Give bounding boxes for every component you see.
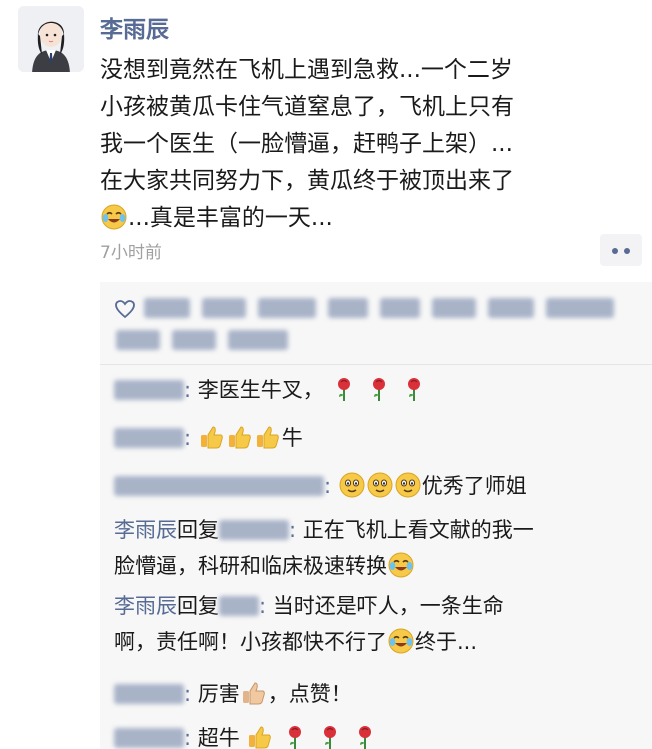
liker-name[interactable]: [488, 298, 534, 318]
smiling-face-emoji-icon: [339, 472, 365, 498]
commenter-name[interactable]: 李雨辰: [114, 518, 177, 542]
tears-of-joy-emoji-icon: [101, 204, 127, 230]
reply-label: 回复: [177, 594, 219, 618]
comment-item[interactable]: 李雨辰回复: 正在飞机上看文献的我一 脸懵逼，科研和临床极速转换: [114, 512, 644, 584]
dot-icon: [624, 248, 630, 254]
name-colon: :: [259, 594, 267, 618]
comment-item[interactable]: : 牛: [114, 420, 644, 456]
commenter-name[interactable]: [114, 728, 184, 748]
liker-name[interactable]: [258, 298, 316, 318]
post-line: ...真是丰富的一天...: [100, 200, 640, 237]
comment-item[interactable]: : 李医生牛叉，: [114, 372, 644, 408]
reply-target-name[interactable]: [219, 520, 289, 540]
more-options-button[interactable]: [600, 234, 642, 266]
post-timestamp: 7小时前: [100, 243, 162, 263]
comment-text: 啊，责任啊！小孩都快不行了: [114, 630, 387, 654]
thumbs-up-emoji-icon: [249, 726, 272, 749]
comment-section: : 李医生牛叉， : 牛 : 优秀了师姐 李雨辰回复: 正在飞机上看文献的我一 …: [100, 282, 652, 749]
commenter-name[interactable]: [114, 428, 184, 448]
name-colon: :: [184, 378, 192, 402]
name-colon: :: [184, 426, 192, 450]
comment-text: 牛: [281, 426, 303, 450]
comment-item[interactable]: : 厉害 ，点赞！: [114, 676, 644, 712]
liker-name[interactable]: [546, 298, 614, 318]
name-colon: :: [184, 682, 192, 706]
liker-name[interactable]: [172, 330, 216, 350]
rose-emoji-icon: [289, 726, 302, 749]
divider: [100, 364, 652, 365]
thumbs-up-emoji-icon: [242, 682, 265, 705]
dot-icon: [612, 248, 618, 254]
name-colon: :: [324, 474, 332, 498]
tears-of-joy-emoji-icon: [388, 552, 414, 578]
comment-line: 李雨辰回复: 当时还是吓人，一条生命: [114, 588, 644, 624]
commenter-name[interactable]: [114, 380, 184, 400]
comment-text: 厉害: [197, 682, 240, 706]
post-body: 没想到竟然在飞机上遇到急救...一个二岁 小孩被黄瓜卡住气道窒息了，飞机上只有 …: [100, 52, 640, 237]
comment-item[interactable]: : 优秀了师姐: [114, 468, 644, 504]
liker-name[interactable]: [432, 298, 476, 318]
reply-target-name[interactable]: [219, 596, 259, 616]
comment-text: ，点赞！: [267, 682, 352, 706]
comment-text: 优秀了师姐: [421, 474, 527, 498]
thumbs-up-emoji-icon: [228, 426, 251, 449]
liker-name[interactable]: [328, 298, 368, 318]
likes-row: [116, 330, 288, 350]
commenter-name[interactable]: [114, 476, 324, 496]
comment-text: 正在飞机上看文献的我一: [302, 518, 534, 542]
comment-text: 超牛: [197, 726, 240, 749]
comment-text: 脸懵逼，科研和临床极速转换: [114, 554, 387, 578]
rose-emoji-icon: [323, 726, 336, 749]
comment-text: 当时还是吓人，一条生命: [272, 594, 504, 618]
heart-outline-icon: [115, 300, 135, 319]
post-author-name[interactable]: 李雨辰: [100, 10, 169, 44]
rose-emoji-icon: [338, 378, 351, 401]
post-line-end: ...真是丰富的一天...: [128, 205, 333, 231]
name-colon: :: [289, 518, 297, 542]
commenter-name[interactable]: 李雨辰: [114, 594, 177, 618]
smiling-face-emoji-icon: [395, 472, 421, 498]
rose-emoji-icon: [358, 726, 371, 749]
post-line: 我一个医生（一脸懵逼，赶鸭子上架）...: [100, 131, 513, 157]
rose-emoji-icon: [407, 378, 420, 401]
post-line: 在大家共同努力下，黄瓜终于被顶出来了: [100, 168, 514, 194]
comment-text: 李医生牛叉，: [197, 378, 324, 402]
avatar[interactable]: [18, 6, 84, 72]
comment-line: 李雨辰回复: 正在飞机上看文献的我一: [114, 512, 644, 548]
liker-name[interactable]: [202, 298, 246, 318]
post-line: 小孩被黄瓜卡住气道窒息了，飞机上只有: [100, 94, 514, 120]
reply-label: 回复: [177, 518, 219, 542]
thumbs-up-emoji-icon: [200, 426, 223, 449]
comment-line: 脸懵逼，科研和临床极速转换: [114, 548, 644, 584]
tears-of-joy-emoji-icon: [388, 628, 414, 654]
liker-name[interactable]: [228, 330, 288, 350]
liker-name[interactable]: [380, 298, 420, 318]
smiling-face-emoji-icon: [367, 472, 393, 498]
comment-item[interactable]: 李雨辰回复: 当时还是吓人，一条生命 啊，责任啊！小孩都快不行了 终于...: [114, 588, 644, 660]
comment-text: 终于...: [415, 630, 478, 654]
likes-row: [144, 298, 614, 318]
comment-item[interactable]: : 超牛: [114, 720, 644, 749]
thumbs-up-emoji-icon: [256, 426, 279, 449]
rose-emoji-icon: [373, 378, 386, 401]
commenter-name[interactable]: [114, 684, 184, 704]
liker-name[interactable]: [144, 298, 190, 318]
liker-name[interactable]: [116, 330, 160, 350]
post-line: 没想到竟然在飞机上遇到急救...一个二岁: [100, 57, 513, 83]
avatar-illustration: [18, 6, 84, 72]
comment-line: 啊，责任啊！小孩都快不行了 终于...: [114, 624, 644, 660]
name-colon: :: [184, 726, 192, 749]
